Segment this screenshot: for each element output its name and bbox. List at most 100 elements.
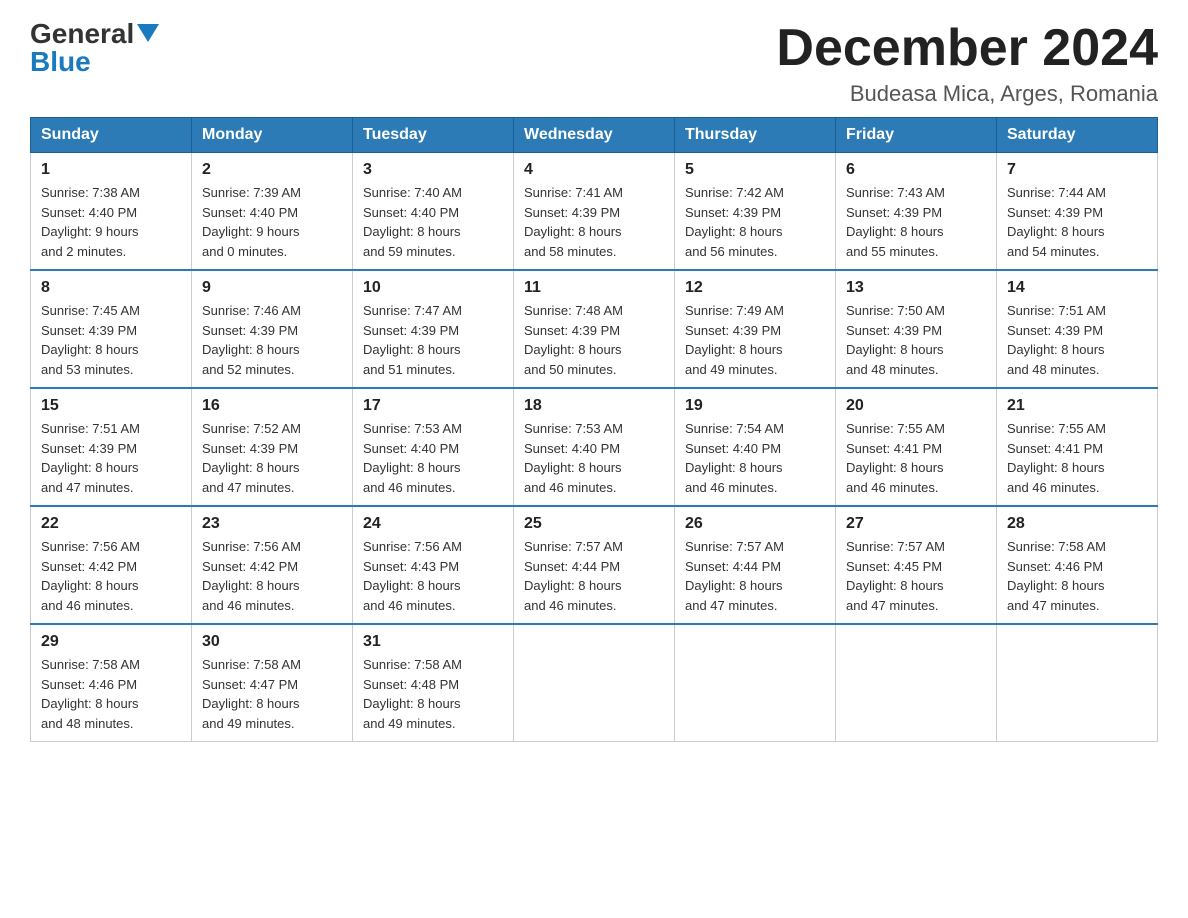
day-info-line: Sunset: 4:44 PM (685, 557, 825, 577)
day-info-line: Daylight: 8 hours (1007, 576, 1147, 596)
day-info-line: Sunrise: 7:55 AM (846, 419, 986, 439)
location-title: Budeasa Mica, Arges, Romania (776, 81, 1158, 107)
day-info-line: Sunrise: 7:47 AM (363, 301, 503, 321)
day-info: Sunrise: 7:54 AMSunset: 4:40 PMDaylight:… (685, 419, 825, 497)
calendar-day-cell: 9Sunrise: 7:46 AMSunset: 4:39 PMDaylight… (192, 270, 353, 388)
day-info-line: and 50 minutes. (524, 360, 664, 380)
day-number: 7 (1007, 161, 1147, 179)
day-info-line: Sunset: 4:39 PM (685, 321, 825, 341)
calendar-day-cell: 3Sunrise: 7:40 AMSunset: 4:40 PMDaylight… (353, 153, 514, 271)
calendar-day-cell: 18Sunrise: 7:53 AMSunset: 4:40 PMDayligh… (514, 388, 675, 506)
day-info-line: and 46 minutes. (363, 478, 503, 498)
day-info-line: Sunset: 4:43 PM (363, 557, 503, 577)
day-number: 24 (363, 515, 503, 533)
day-info-line: Sunrise: 7:38 AM (41, 183, 181, 203)
calendar-day-cell: 28Sunrise: 7:58 AMSunset: 4:46 PMDayligh… (997, 506, 1158, 624)
day-info-line: Daylight: 8 hours (524, 576, 664, 596)
day-info-line: Daylight: 8 hours (685, 458, 825, 478)
day-info-line: Sunset: 4:48 PM (363, 675, 503, 695)
calendar-day-cell: 8Sunrise: 7:45 AMSunset: 4:39 PMDaylight… (31, 270, 192, 388)
day-info: Sunrise: 7:57 AMSunset: 4:44 PMDaylight:… (685, 537, 825, 615)
weekday-header-thursday: Thursday (675, 118, 836, 153)
day-info-line: Sunset: 4:40 PM (524, 439, 664, 459)
day-info: Sunrise: 7:51 AMSunset: 4:39 PMDaylight:… (41, 419, 181, 497)
day-info-line: Sunrise: 7:44 AM (1007, 183, 1147, 203)
day-info-line: Daylight: 8 hours (685, 340, 825, 360)
day-info-line: Sunset: 4:40 PM (363, 203, 503, 223)
day-info-line: and 46 minutes. (524, 478, 664, 498)
calendar-day-cell (675, 624, 836, 742)
day-info-line: and 49 minutes. (202, 714, 342, 734)
day-info-line: Sunrise: 7:39 AM (202, 183, 342, 203)
day-info-line: Daylight: 8 hours (685, 576, 825, 596)
day-info: Sunrise: 7:49 AMSunset: 4:39 PMDaylight:… (685, 301, 825, 379)
day-number: 29 (41, 633, 181, 651)
day-info-line: and 52 minutes. (202, 360, 342, 380)
day-info: Sunrise: 7:42 AMSunset: 4:39 PMDaylight:… (685, 183, 825, 261)
day-info-line: and 58 minutes. (524, 242, 664, 262)
day-number: 12 (685, 279, 825, 297)
day-info: Sunrise: 7:57 AMSunset: 4:45 PMDaylight:… (846, 537, 986, 615)
calendar-day-cell: 16Sunrise: 7:52 AMSunset: 4:39 PMDayligh… (192, 388, 353, 506)
calendar-week-row: 22Sunrise: 7:56 AMSunset: 4:42 PMDayligh… (31, 506, 1158, 624)
day-info-line: and 46 minutes. (524, 596, 664, 616)
day-info-line: Sunrise: 7:43 AM (846, 183, 986, 203)
weekday-header-row: SundayMondayTuesdayWednesdayThursdayFrid… (31, 118, 1158, 153)
day-number: 3 (363, 161, 503, 179)
day-number: 27 (846, 515, 986, 533)
day-info: Sunrise: 7:43 AMSunset: 4:39 PMDaylight:… (846, 183, 986, 261)
day-info-line: Sunrise: 7:55 AM (1007, 419, 1147, 439)
day-info: Sunrise: 7:45 AMSunset: 4:39 PMDaylight:… (41, 301, 181, 379)
day-info-line: and 47 minutes. (685, 596, 825, 616)
day-number: 22 (41, 515, 181, 533)
day-info-line: Sunrise: 7:48 AM (524, 301, 664, 321)
day-info-line: and 46 minutes. (41, 596, 181, 616)
day-info-line: Sunrise: 7:58 AM (202, 655, 342, 675)
day-number: 2 (202, 161, 342, 179)
day-info-line: Daylight: 8 hours (846, 340, 986, 360)
day-info-line: Sunset: 4:39 PM (363, 321, 503, 341)
day-info-line: and 47 minutes. (1007, 596, 1147, 616)
day-info-line: and 48 minutes. (846, 360, 986, 380)
day-info-line: Sunrise: 7:56 AM (363, 537, 503, 557)
calendar-day-cell: 23Sunrise: 7:56 AMSunset: 4:42 PMDayligh… (192, 506, 353, 624)
day-info: Sunrise: 7:56 AMSunset: 4:43 PMDaylight:… (363, 537, 503, 615)
calendar-day-cell: 19Sunrise: 7:54 AMSunset: 4:40 PMDayligh… (675, 388, 836, 506)
day-info-line: and 55 minutes. (846, 242, 986, 262)
day-info-line: Sunset: 4:39 PM (202, 321, 342, 341)
day-info-line: Sunset: 4:39 PM (524, 203, 664, 223)
day-info-line: Daylight: 8 hours (685, 222, 825, 242)
day-info: Sunrise: 7:39 AMSunset: 4:40 PMDaylight:… (202, 183, 342, 261)
day-info-line: Sunset: 4:39 PM (1007, 203, 1147, 223)
day-info-line: and 46 minutes. (1007, 478, 1147, 498)
title-section: December 2024 Budeasa Mica, Arges, Roman… (776, 20, 1158, 107)
day-info-line: and 47 minutes. (202, 478, 342, 498)
calendar-day-cell: 24 Sunrise: 7:56 AMSunset: 4:43 PMDayligh… (353, 506, 514, 624)
logo-general: General (30, 20, 134, 48)
calendar-day-cell: 14Sunrise: 7:51 AMSunset: 4:39 PMDayligh… (997, 270, 1158, 388)
day-info-line: Sunset: 4:47 PM (202, 675, 342, 695)
calendar-day-cell: 7 Sunrise: 7:44 AMSunset: 4:39 PMDaylight… (997, 153, 1158, 271)
weekday-header-wednesday: Wednesday (514, 118, 675, 153)
day-info-line: Sunset: 4:40 PM (41, 203, 181, 223)
day-info-line: and 0 minutes. (202, 242, 342, 262)
day-info-line: Sunrise: 7:56 AM (41, 537, 181, 557)
calendar-day-cell: 2 Sunrise: 7:39 AMSunset: 4:40 PMDaylight… (192, 153, 353, 271)
day-info-line: Sunrise: 7:45 AM (41, 301, 181, 321)
day-info: Sunrise: 7:58 AMSunset: 4:46 PMDaylight:… (41, 655, 181, 733)
day-info-line: Sunset: 4:40 PM (202, 203, 342, 223)
day-info: Sunrise: 7:47 AMSunset: 4:39 PMDaylight:… (363, 301, 503, 379)
day-info-line: and 54 minutes. (1007, 242, 1147, 262)
day-info-line: Sunset: 4:39 PM (1007, 321, 1147, 341)
day-info-line: Sunset: 4:39 PM (41, 321, 181, 341)
day-info: Sunrise: 7:44 AMSunset: 4:39 PMDaylight:… (1007, 183, 1147, 261)
day-info-line: Sunrise: 7:58 AM (363, 655, 503, 675)
day-info: Sunrise: 7:48 AMSunset: 4:39 PMDaylight:… (524, 301, 664, 379)
day-info-line: Daylight: 8 hours (202, 458, 342, 478)
day-info-line: Sunrise: 7:49 AM (685, 301, 825, 321)
day-info-line: Sunrise: 7:40 AM (363, 183, 503, 203)
day-info-line: Sunset: 4:39 PM (524, 321, 664, 341)
calendar-day-cell: 27 Sunrise: 7:57 AMSunset: 4:45 PMDayligh… (836, 506, 997, 624)
day-number: 9 (202, 279, 342, 297)
day-info-line: and 46 minutes. (846, 478, 986, 498)
